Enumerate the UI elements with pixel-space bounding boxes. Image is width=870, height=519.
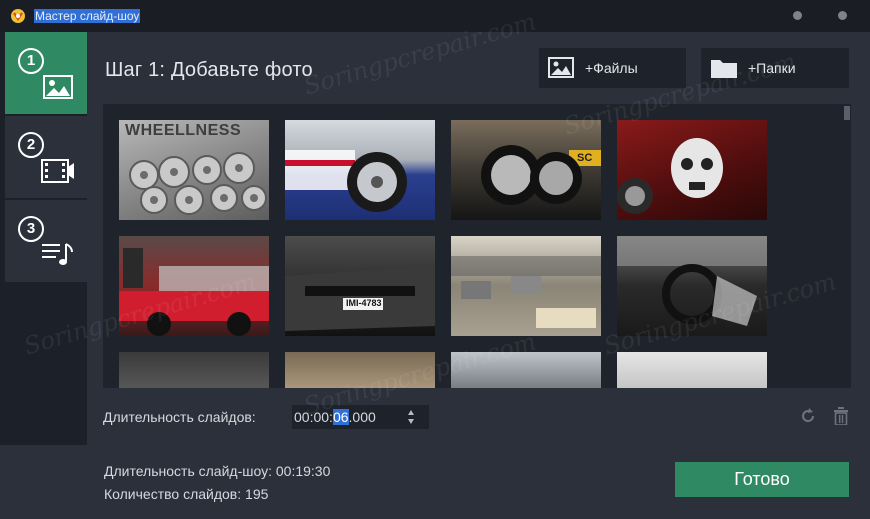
- step-3-tab[interactable]: 3: [5, 200, 87, 282]
- gallery-scrollbar[interactable]: [843, 104, 851, 388]
- photo-thumbnail[interactable]: [285, 352, 435, 388]
- photo-thumbnail[interactable]: [451, 352, 601, 388]
- step-number: 3: [18, 216, 44, 242]
- step-sidebar: 1 2 3: [5, 32, 87, 282]
- step-number: 1: [18, 48, 44, 74]
- photo-thumbnail[interactable]: WHEELLNESS: [119, 120, 269, 220]
- skull-graphic-illustration: [617, 138, 723, 214]
- minimize-button[interactable]: [793, 11, 802, 20]
- page-title: Шаг 1: Добавьте фото: [105, 59, 313, 81]
- window-title: Мастер слайд-шоу: [34, 9, 141, 23]
- title-bar: Мастер слайд-шоу: [0, 0, 870, 32]
- photo-thumbnail[interactable]: [119, 236, 269, 336]
- app-logo-icon: [11, 9, 25, 23]
- wheels-closeup-illustration: [481, 145, 601, 205]
- photo-thumbnail[interactable]: [617, 352, 767, 388]
- race-car-illustration: [285, 150, 407, 212]
- photo-grid: WHEELLNESS SC IMI-4783: [103, 104, 851, 388]
- spin-down-icon[interactable]: [408, 419, 414, 424]
- show-duration-info: Длительность слайд-шоу: 00:19:30: [104, 463, 330, 479]
- photo-thumbnail[interactable]: [617, 120, 767, 220]
- thumbnail-caption: SC: [577, 152, 593, 164]
- done-button[interactable]: Готово: [675, 462, 849, 497]
- photo-thumbnail[interactable]: [119, 352, 269, 388]
- car-interior-illustration: [617, 236, 767, 326]
- photo-thumbnail[interactable]: [617, 236, 767, 336]
- photo-thumbnail[interactable]: [451, 236, 601, 336]
- license-plate-text: IMI-4783: [346, 298, 382, 308]
- photo-thumbnail[interactable]: [285, 120, 435, 220]
- folder-icon: [711, 60, 737, 78]
- main-panel: Шаг 1: Добавьте фото +Файлы +Папки WHEEL…: [87, 32, 870, 445]
- music-list-icon: [42, 243, 73, 265]
- step-number: 2: [18, 132, 44, 158]
- time-selected-segment: 06: [332, 409, 349, 425]
- scroll-thumb[interactable]: [844, 106, 850, 120]
- add-files-label: +Файлы: [585, 60, 638, 76]
- workshop-illustration: [451, 256, 601, 328]
- time-prefix: 00:00:: [294, 409, 333, 425]
- car-front-illustration: [285, 266, 435, 331]
- show-duration-label: Длительность слайд-шоу:: [104, 463, 272, 479]
- show-duration-value: 00:19:30: [275, 463, 331, 479]
- add-folders-label: +Папки: [748, 60, 796, 76]
- garage-cars-illustration: [119, 248, 269, 336]
- wheels-illustration: [129, 152, 267, 215]
- image-icon: [43, 75, 73, 99]
- rotate-icon[interactable]: [799, 407, 817, 425]
- add-folders-button[interactable]: +Папки: [701, 48, 849, 88]
- photo-thumbnail[interactable]: SC: [451, 120, 601, 220]
- slide-count-value: 195: [245, 486, 269, 502]
- add-files-button[interactable]: +Файлы: [539, 48, 686, 88]
- spin-up-icon[interactable]: [408, 410, 414, 415]
- image-icon: [548, 57, 574, 78]
- slide-count-label: Количество слайдов:: [104, 486, 242, 502]
- step-2-tab[interactable]: 2: [5, 116, 87, 198]
- step-1-tab[interactable]: 1: [5, 32, 87, 114]
- time-suffix: .000: [348, 409, 376, 425]
- duration-spinner[interactable]: [397, 405, 429, 429]
- slide-duration-label: Длительность слайдов:: [103, 409, 256, 425]
- slide-duration-input[interactable]: 00:00:06.000: [292, 405, 397, 429]
- slide-count-info: Количество слайдов: 195: [104, 486, 268, 502]
- trash-icon[interactable]: [833, 407, 849, 425]
- footer-bar: Длительность слайд-шоу: 00:19:30 Количес…: [0, 445, 870, 519]
- film-icon: [41, 159, 74, 183]
- photo-thumbnail[interactable]: IMI-4783: [285, 236, 435, 336]
- close-button[interactable]: [838, 11, 847, 20]
